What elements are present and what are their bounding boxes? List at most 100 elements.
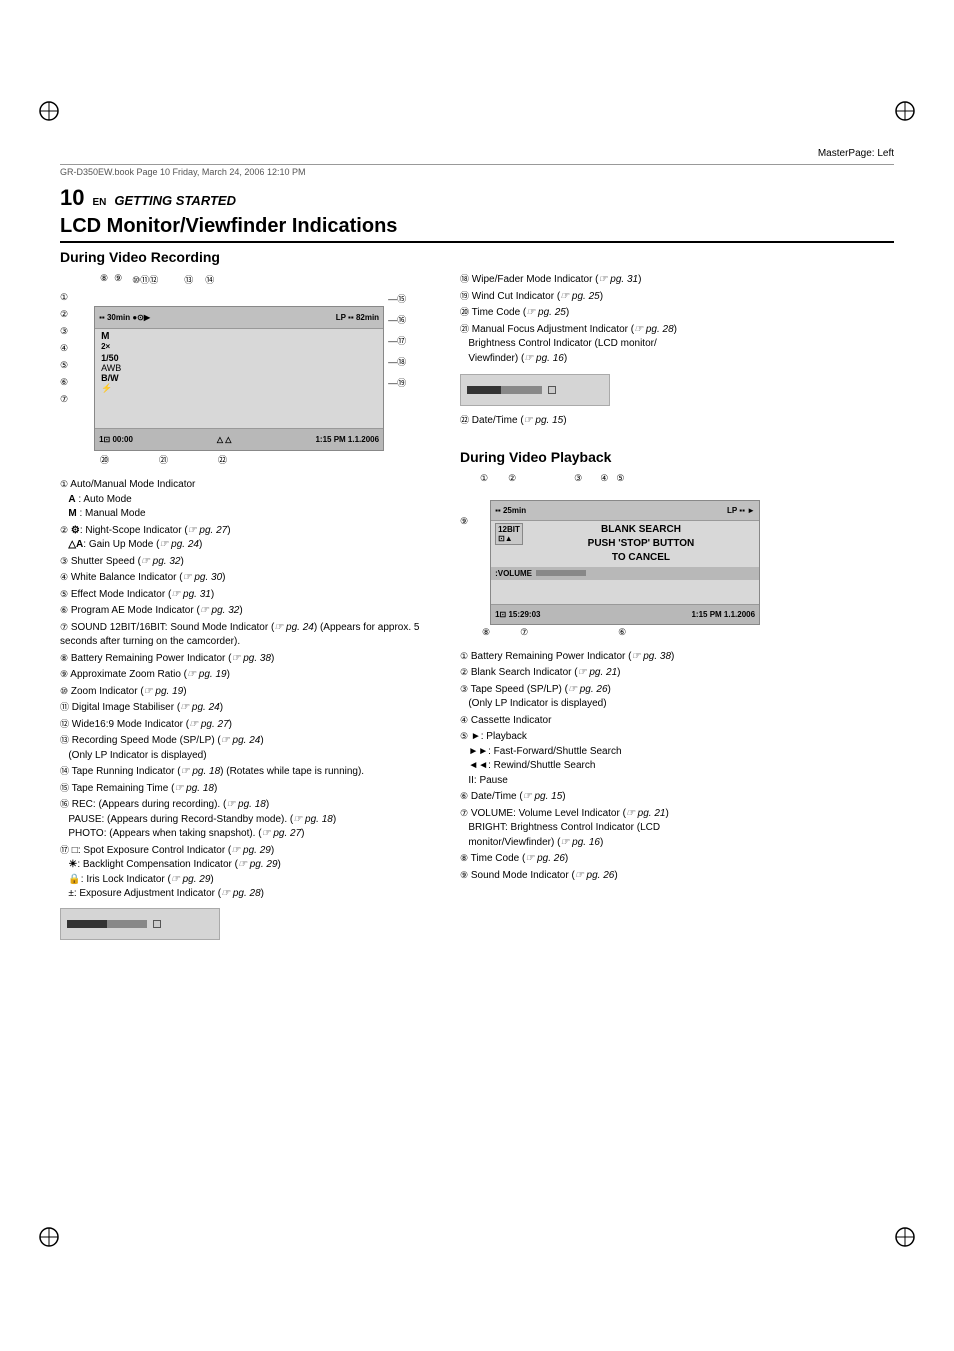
brightness-fill-right (467, 386, 501, 394)
ind-16: ⑯ REC: (Appears during recording). (☞ pg… (60, 798, 440, 842)
callout-7: ⑦ (60, 394, 68, 405)
recording-two-col: ⑧ ⑨ ⑩⑪⑫ ⑬ ⑭ ① ② ③ ④ ⑤ (60, 273, 894, 946)
vf-shutter: 1/50 (95, 353, 383, 363)
pb-ind-7: ⑦ VOLUME: Volume Level Indicator (☞ pg. … (460, 807, 894, 851)
brightness-indicator-rec (60, 908, 220, 940)
corner-mark-br (894, 1226, 916, 1251)
r-ind-21: ㉑ Manual Focus Adjustment Indicator (☞ p… (460, 323, 894, 367)
vf-bottom-right: 1:15 PM 1.1.2006 (315, 435, 379, 444)
vf-wb: AWB (95, 363, 383, 373)
callout-15: —⑮ (388, 292, 406, 305)
ind-1: ① Auto/Manual Mode Indicator A : Auto Mo… (60, 478, 440, 522)
pb-bottom-bar: 1⊡ 15:29:03 1:15 PM 1.1.2006 (491, 604, 759, 624)
page-container: MasterPage: Left GR-D350EW.book Page 10 … (0, 0, 954, 1351)
ind-4: ④ White Balance Indicator (☞ pg. 30) (60, 571, 440, 586)
right-column: ⑱ Wipe/Fader Mode Indicator (☞ pg. 31) ⑲… (460, 273, 894, 946)
vf-diagram-wrapper: ⑧ ⑨ ⑩⑪⑫ ⑬ ⑭ ① ② ③ ④ ⑤ (60, 273, 440, 466)
callout-6: ⑥ (60, 377, 68, 388)
vf-bottom-callouts: ⑳ ㉑ ㉒ (100, 453, 440, 466)
callout-14: ⑭ (205, 273, 214, 286)
pb-mid-section: 12BIT⊡▲ BLANK SEARCHPUSH 'STOP' BUTTONTO… (491, 521, 759, 567)
r-ind-19: ⑲ Wind Cut Indicator (☞ pg. 25) (460, 290, 894, 305)
vf-flash: ⚡ (95, 383, 383, 394)
pb-bottom-callouts: ⑧ ⑦ ⑥ (482, 627, 894, 638)
pb-callout-6: ⑥ (618, 627, 626, 638)
page-number-section: 10 EN GETTING STARTED (60, 185, 894, 211)
pb-ind-4: ④ Cassette Indicator (460, 714, 894, 729)
corner-mark-bl (38, 1226, 60, 1251)
callout-1: ① (60, 292, 68, 303)
ind-8: ⑧ Battery Remaining Power Indicator (☞ p… (60, 652, 440, 667)
brightness-indicator-right (460, 374, 610, 406)
ind-3: ③ Shutter Speed (☞ pg. 32) (60, 555, 440, 570)
pb-bottom-left: 1⊡ 15:29:03 (495, 610, 540, 619)
pb-ind-8: ⑧ Time Code (☞ pg. 26) (460, 852, 894, 867)
ind-9: ⑨ Approximate Zoom Ratio (☞ pg. 19) (60, 668, 440, 683)
vf-top-bar: ▪▪ 30min ●⊙▶ LP ▪▪ 82min (95, 307, 383, 329)
vf-top-left: ▪▪ 30min ●⊙▶ (99, 313, 150, 322)
pb-bottom-right: 1:15 PM 1.1.2006 (691, 610, 755, 619)
main-content: 10 EN GETTING STARTED LCD Monitor/Viewfi… (60, 185, 894, 946)
callout-5: ⑤ (60, 360, 68, 371)
callout-21: ㉑ (159, 453, 168, 466)
pb-diagram-box: ▪▪ 25min LP ▪▪ ► 12BIT⊡▲ BLANK SEARCHPUS… (490, 500, 760, 625)
callout-9: ⑨ (114, 273, 122, 286)
r-ind-18: ⑱ Wipe/Fader Mode Indicator (☞ pg. 31) (460, 273, 894, 288)
pb-12bit: 12BIT⊡▲ (495, 523, 523, 545)
recording-indicators: ① Auto/Manual Mode Indicator A : Auto Mo… (60, 478, 440, 940)
ind-6: ⑥ Program AE Mode Indicator (☞ pg. 32) (60, 604, 440, 619)
pb-diagram-wrapper: ① ② ③ ④ ⑤ ⑨ ▪▪ 25min (460, 473, 894, 638)
vf-bw: B/W (95, 373, 383, 383)
vf-left-callouts: ① ② ③ ④ ⑤ ⑥ ⑦ (60, 292, 68, 405)
vf-2x: 2× (101, 342, 377, 351)
callout-2: ② (60, 309, 68, 320)
pb-indicators: ① Battery Remaining Power Indicator (☞ p… (460, 650, 894, 884)
pb-callout-3: ③ (574, 473, 582, 484)
corner-mark-tr (894, 100, 916, 125)
callout-22: ㉒ (218, 453, 227, 466)
recording-subtitle: During Video Recording (60, 249, 894, 265)
pb-callout-1: ① (480, 473, 488, 484)
callout-13: ⑬ (184, 273, 193, 286)
pb-blank-search-text: BLANK SEARCHPUSH 'STOP' BUTTONTO CANCEL (527, 523, 755, 565)
brightness-fill-rec (67, 920, 107, 928)
pb-top-left: ▪▪ 25min (495, 506, 526, 515)
page-en: EN (92, 197, 106, 208)
pb-volume-bar: :VOLUME (491, 567, 759, 580)
callout-10: ⑩⑪⑫ (132, 273, 158, 286)
pb-volume-label: :VOLUME (495, 569, 532, 578)
r-ind-22: ㉒ Date/Time (☞ pg. 15) (460, 414, 894, 429)
pb-left-callout-9: ⑨ (460, 516, 468, 527)
pb-diagram-row: ⑨ ▪▪ 25min LP ▪▪ ► 12BIT⊡▲ (460, 486, 894, 625)
pb-ind-3: ③ Tape Speed (SP/LP) (☞ pg. 26) (Only LP… (460, 683, 894, 712)
callout-16: —⑯ (388, 313, 406, 326)
callout-4: ④ (60, 343, 68, 354)
master-page-label: MasterPage: Left (818, 148, 894, 159)
playback-subtitle: During Video Playback (460, 449, 894, 465)
pb-ind-5: ⑤ ►: Playback ►►: Fast-Forward/Shuttle S… (460, 730, 894, 788)
playback-section: During Video Playback ① ② ③ ④ ⑤ (460, 449, 894, 884)
pb-top-right: LP ▪▪ ► (727, 506, 755, 515)
pb-callout-2: ② (508, 473, 516, 484)
ind-11: ⑪ Digital Image Stabiliser (☞ pg. 24) (60, 701, 440, 716)
pb-callout-7: ⑦ (520, 627, 528, 638)
ind-10: ⑩ Zoom Indicator (☞ pg. 19) (60, 685, 440, 700)
ind-2: ② ⚙: Night-Scope Indicator (☞ pg. 27) △A… (60, 524, 440, 553)
ind-13: ⑬ Recording Speed Mode (SP/LP) (☞ pg. 24… (60, 734, 440, 763)
pb-ind-1: ① Battery Remaining Power Indicator (☞ p… (460, 650, 894, 665)
pb-ind-6: ⑥ Date/Time (☞ pg. 15) (460, 790, 894, 805)
callout-20: ⑳ (100, 453, 109, 466)
pb-callout-8: ⑧ (482, 627, 490, 638)
right-indicators: ⑱ Wipe/Fader Mode Indicator (☞ pg. 31) ⑲… (460, 273, 894, 429)
section-title: GETTING STARTED (114, 193, 236, 208)
vf-right-callouts: —⑮ —⑯ —⑰ —⑱ —⑲ (388, 292, 406, 389)
vf-diagram-row: ① ② ③ ④ ⑤ ⑥ ⑦ ▪▪ 30min ●⊙▶ (60, 288, 440, 451)
main-title: LCD Monitor/Viewfinder Indications (60, 215, 894, 243)
corner-mark-tl (38, 100, 60, 125)
ind-7: ⑦ SOUND 12BIT/16BIT: Sound Mode Indicato… (60, 621, 440, 650)
ind-17: ⑰ □: Spot Exposure Control Indicator (☞ … (60, 844, 440, 902)
vf-bottom-mid: △ △ (217, 435, 232, 444)
ind-15: ⑮ Tape Remaining Time (☞ pg. 18) (60, 782, 440, 797)
vf-top-right: LP ▪▪ 82min (336, 313, 379, 322)
ind-5: ⑤ Effect Mode Indicator (☞ pg. 31) (60, 588, 440, 603)
